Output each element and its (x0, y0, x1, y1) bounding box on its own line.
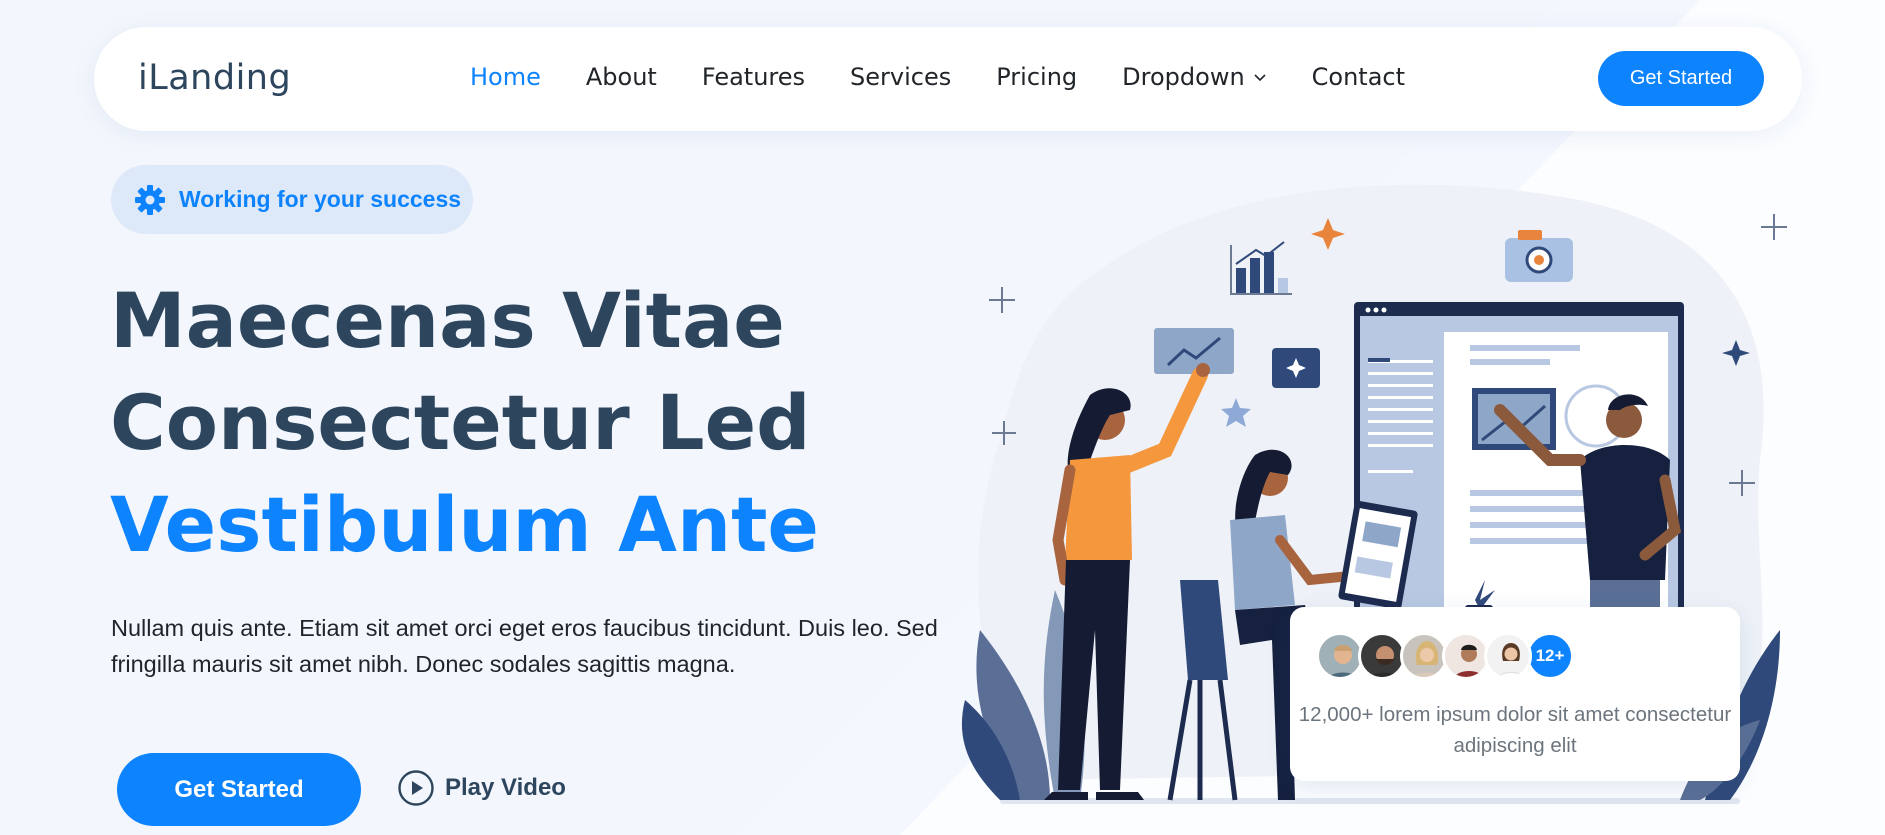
hero-title: Maecenas Vitae Consectetur Led Vestibulu… (110, 270, 819, 576)
avatar-group: 12+ (1316, 632, 1574, 680)
avatar (1316, 632, 1364, 680)
avatar (1442, 632, 1490, 680)
header-get-started-button[interactable]: Get Started (1598, 51, 1764, 106)
nav-services[interactable]: Services (850, 63, 951, 91)
customers-card-text: 12,000+ lorem ipsum dolor sit amet conse… (1298, 703, 1732, 757)
logo[interactable]: iLanding (138, 58, 291, 98)
hero-get-started-button[interactable]: Get Started (117, 753, 361, 826)
play-video-link[interactable]: Play Video (397, 769, 566, 807)
nav-pricing[interactable]: Pricing (996, 63, 1077, 91)
nav-home[interactable]: Home (470, 63, 541, 91)
hero-description: Nullam quis ante. Etiam sit amet orci eg… (111, 615, 938, 677)
avatar (1400, 632, 1448, 680)
play-circle-icon (398, 770, 434, 806)
gear-icon (135, 184, 165, 215)
avatar (1484, 632, 1532, 680)
nav-contact[interactable]: Contact (1312, 63, 1405, 91)
hero-badge: Working for your success (111, 165, 473, 234)
nav-about[interactable]: About (586, 63, 657, 91)
avatar (1358, 632, 1406, 680)
hero-title-line-1: Maecenas Vitae (110, 276, 785, 365)
nav-dropdown-label: Dropdown (1122, 63, 1245, 91)
nav-dropdown[interactable]: Dropdown (1122, 63, 1267, 91)
avatar-count-badge: 12+ (1526, 632, 1574, 680)
hero-title-accent: Vestibulum Ante (110, 480, 819, 569)
nav-features[interactable]: Features (702, 63, 805, 91)
play-video-label: Play Video (445, 774, 566, 801)
chevron-down-icon (1254, 74, 1266, 82)
hero-badge-text: Working for your success (179, 186, 462, 212)
main-nav: Home About Features Services Pricing Dro… (470, 63, 1450, 91)
site-header: iLanding Home About Features Services Pr… (94, 27, 1802, 131)
hero-title-line-2: Consectetur Led (110, 378, 811, 467)
customers-card: 12+ 12,000+ lorem ipsum dolor sit amet c… (1290, 607, 1740, 781)
